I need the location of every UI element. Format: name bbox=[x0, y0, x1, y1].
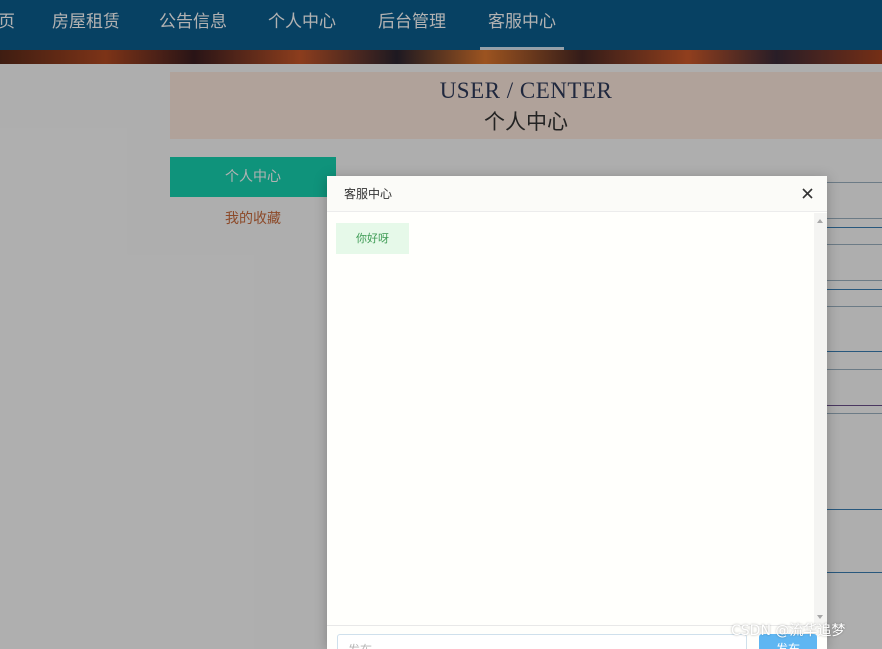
chat-scrollbar[interactable] bbox=[814, 213, 827, 625]
chat-message: 你好呀 bbox=[336, 223, 409, 254]
dialog-header: 客服中心 bbox=[327, 176, 827, 212]
message-input[interactable] bbox=[337, 634, 747, 649]
dialog-title: 客服中心 bbox=[344, 187, 393, 201]
scroll-down-icon[interactable] bbox=[817, 615, 823, 619]
chat-dialog: 客服中心 你好呀 发布 bbox=[327, 176, 827, 649]
watermark: CSDN @流华追梦 bbox=[731, 623, 846, 639]
scroll-up-icon[interactable] bbox=[817, 219, 823, 223]
chat-message-area: 你好呀 bbox=[327, 213, 814, 625]
close-icon[interactable] bbox=[799, 184, 817, 202]
